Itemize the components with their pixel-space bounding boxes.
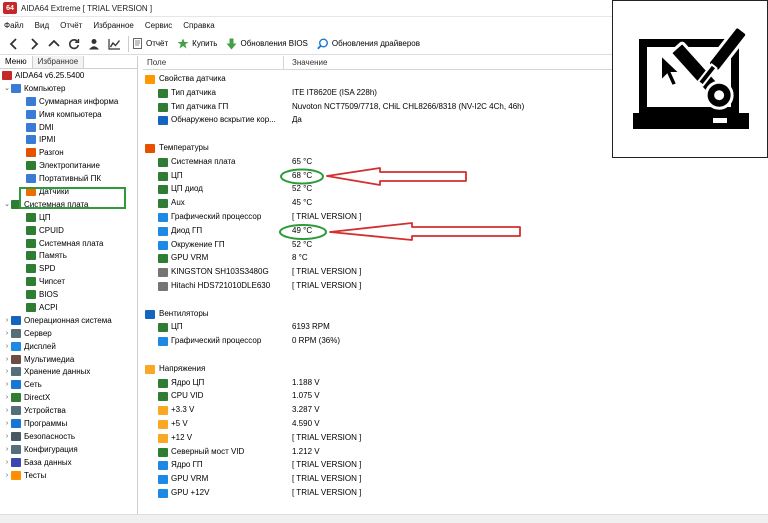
cpu-temp-annotation-arrow: [326, 167, 467, 186]
laptop-tools-icon: [633, 25, 749, 129]
cpu-temp-highlight-ellipse: [280, 168, 324, 185]
hardware-diagnostics-badge: [612, 0, 768, 158]
gpu-diode-annotation-arrow: [329, 222, 521, 241]
horizontal-scrollbar[interactable]: [0, 514, 768, 523]
gpu-diode-temp-highlight-ellipse: [279, 224, 327, 240]
